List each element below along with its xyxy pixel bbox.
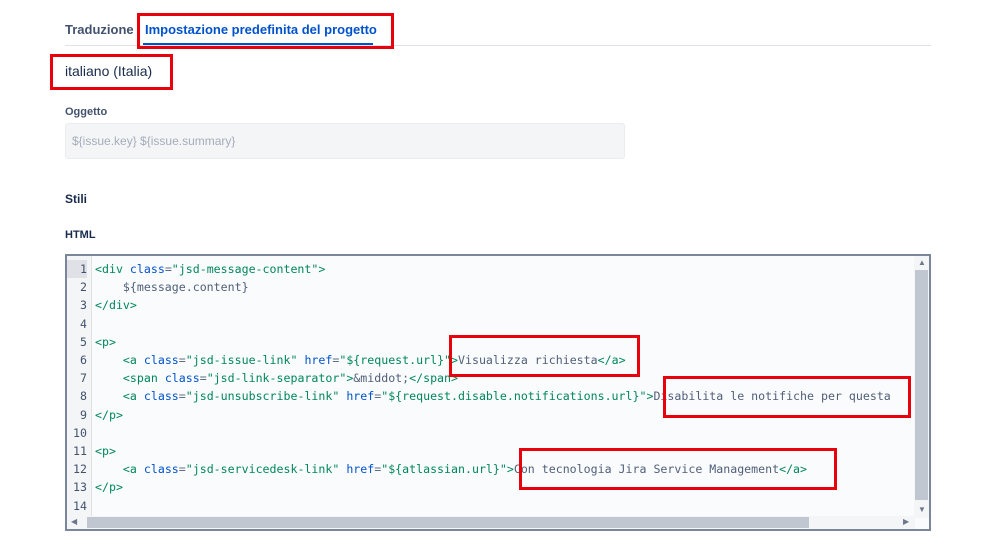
subject-field[interactable]: ${issue.key} ${issue.summary} xyxy=(65,123,625,159)
active-tab-indicator xyxy=(143,43,373,45)
line-number: 2 xyxy=(80,280,87,295)
vertical-scrollbar[interactable]: ▲ ▼ xyxy=(914,256,929,518)
code-text: <a class="jsd-unsubscribe-link" href="${… xyxy=(122,389,891,404)
line-number: 1 xyxy=(67,260,87,278)
line-number: 13 xyxy=(73,480,87,495)
code-text: <span class="jsd-link-separator">&middot… xyxy=(122,371,459,386)
code-line[interactable]: 5 <p> xyxy=(67,333,912,351)
code-line[interactable]: 2 ${message.content} xyxy=(67,278,912,296)
code-line[interactable]: 1 <div class="jsd-message-content"> xyxy=(67,260,912,278)
tab-bar: Traduzione Impostazione predefinita del … xyxy=(65,12,931,46)
code-text: </div> xyxy=(95,298,137,313)
line-number: 14 xyxy=(73,498,87,513)
line-number: 10 xyxy=(73,425,87,440)
code-line[interactable]: 13 </p> xyxy=(67,478,912,496)
html-code-editor[interactable]: 1 <div class="jsd-message-content"> 2 ${me… xyxy=(65,254,931,531)
code-line[interactable]: 11 <p> xyxy=(67,442,912,460)
horizontal-scroll-thumb[interactable] xyxy=(87,517,809,528)
line-number: 11 xyxy=(73,444,87,458)
tab-translation[interactable]: Traduzione xyxy=(65,22,134,38)
line-number: 12 xyxy=(73,462,87,477)
code-text: ${message.content} xyxy=(95,280,249,295)
scroll-left-icon[interactable]: ◀ xyxy=(71,518,77,526)
scroll-up-icon[interactable]: ▲ xyxy=(918,259,926,267)
code-text: <a class="jsd-servicedesk-link" href="${… xyxy=(122,462,808,477)
line-number: 4 xyxy=(80,316,87,331)
code-line[interactable]: 3 </div> xyxy=(67,296,912,314)
code-line[interactable]: 9 </p> xyxy=(67,406,912,424)
line-number: 8 xyxy=(80,389,87,404)
line-number: 7 xyxy=(80,371,87,386)
code-line[interactable]: 8 <a class="jsd-unsubscribe-link" href="… xyxy=(67,387,912,405)
code-line[interactable]: 14 xyxy=(67,497,912,515)
scroll-down-icon[interactable]: ▼ xyxy=(918,506,926,514)
code-text: </p> xyxy=(95,480,123,495)
styles-heading: Stili xyxy=(65,192,88,206)
code-text: <p> xyxy=(95,444,116,458)
code-text: <p> xyxy=(95,334,116,349)
code-line[interactable]: 7 <span class="jsd-link-separator">&midd… xyxy=(67,369,912,387)
tab-project-default[interactable]: Impostazione predefinita del progetto xyxy=(145,22,377,38)
vertical-scroll-thumb[interactable] xyxy=(915,270,928,500)
code-text: </p> xyxy=(95,407,123,422)
line-number: 3 xyxy=(80,298,87,313)
code-line[interactable]: 6 <a class="jsd-issue-link" href="${requ… xyxy=(67,351,912,369)
line-number: 5 xyxy=(80,334,87,349)
code-line[interactable]: 12 <a class="jsd-servicedesk-link" href=… xyxy=(67,460,912,478)
code-text: <a class="jsd-issue-link" href="${reques… xyxy=(122,353,626,367)
line-number: 6 xyxy=(80,353,87,367)
code-line[interactable]: 10 xyxy=(67,424,912,442)
line-number: 9 xyxy=(80,407,87,422)
language-heading: italiano (Italia) xyxy=(65,63,153,79)
scroll-right-icon[interactable]: ▶ xyxy=(903,518,909,526)
code-text: <div class="jsd-message-content"> xyxy=(95,262,326,276)
subject-label: Oggetto xyxy=(65,106,108,118)
horizontal-scrollbar[interactable]: ◀ ▶ xyxy=(67,516,915,529)
html-label: HTML xyxy=(65,229,96,241)
code-line[interactable]: 4 xyxy=(67,315,912,333)
